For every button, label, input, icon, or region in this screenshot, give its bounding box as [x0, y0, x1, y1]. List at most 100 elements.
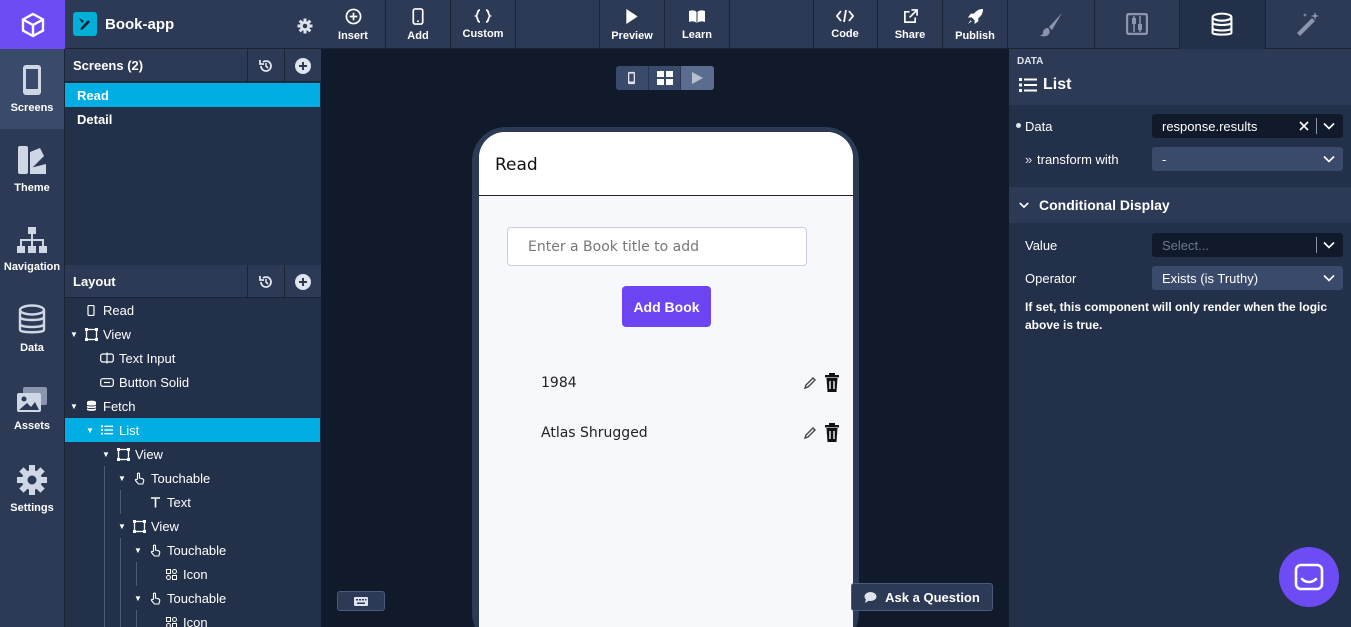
add-book-button[interactable]: Add Book [622, 286, 711, 327]
rail-label: Assets [13, 420, 51, 432]
layout-tree-item[interactable]: Button Solid [65, 370, 320, 394]
chevron-down-icon [1323, 241, 1335, 249]
code-button[interactable]: Code [813, 0, 878, 49]
history-icon [259, 275, 272, 288]
navigation-icon [17, 227, 47, 253]
device-view-toggle [616, 66, 714, 90]
caret-down-icon[interactable]: ▼ [69, 330, 79, 339]
layout-tree-item[interactable]: Icon [65, 562, 320, 586]
rail-label: Theme [14, 182, 50, 194]
layout-history-button[interactable] [247, 265, 284, 298]
screen-item-read[interactable]: Read [65, 83, 320, 107]
trash-icon[interactable] [823, 423, 841, 443]
images-icon [17, 387, 47, 412]
mobile-view-button[interactable] [616, 66, 649, 90]
touch-icon [147, 592, 163, 605]
publish-label: Publish [955, 29, 995, 42]
conditional-title: Conditional Display [1039, 197, 1170, 213]
database-icon [83, 400, 99, 412]
layout-tree-item[interactable]: Text [65, 490, 320, 514]
operator-select[interactable]: Exists (is Truthy) [1152, 266, 1343, 290]
app-settings-gear-icon[interactable] [297, 18, 313, 39]
row-actions [803, 421, 841, 445]
ask-question-button[interactable]: Ask a Question [851, 583, 993, 611]
layout-tree-label: Icon [183, 614, 208, 627]
value-select[interactable]: Select... [1152, 233, 1343, 257]
keyboard-shortcuts-button[interactable] [337, 591, 385, 611]
layout-tree-label: View [135, 446, 163, 462]
rail-item-settings[interactable]: Settings [0, 449, 64, 529]
caret-down-icon[interactable]: ▼ [69, 402, 79, 411]
left-panel: Book-app Screens (2) Read Detail Layout … [65, 0, 321, 627]
caret-down-icon[interactable]: ▼ [85, 426, 95, 435]
play-view-button[interactable] [681, 66, 714, 90]
trash-icon[interactable] [823, 373, 841, 393]
list-item[interactable]: 1984 [541, 371, 841, 395]
section-label: DATA [1017, 56, 1044, 67]
screen-item-detail[interactable]: Detail [65, 107, 320, 131]
tab-interactions[interactable] [1265, 0, 1351, 49]
list-item[interactable]: Atlas Shrugged [541, 421, 841, 445]
caret-down-icon[interactable]: ▼ [133, 594, 143, 603]
layout-tree-item[interactable]: ▼ Touchable [65, 586, 320, 610]
layout-tree-item[interactable]: Icon [65, 610, 320, 627]
grid-icon [656, 71, 673, 85]
add-component-button[interactable] [284, 265, 321, 298]
layout-tree-label: View [151, 518, 179, 534]
canvas: Read Enter a Book title to add Add Book … [321, 49, 1009, 627]
caret-down-icon[interactable]: ▼ [101, 450, 111, 459]
clear-icon[interactable] [1299, 121, 1309, 131]
draftbit-logo[interactable] [0, 0, 65, 49]
layout-tree-label: Button Solid [119, 374, 190, 390]
layout-tree-item[interactable]: ▼ View [65, 442, 320, 466]
caret-down-icon[interactable]: ▼ [117, 474, 127, 483]
bullet-icon [1016, 123, 1021, 128]
layout-tree-item[interactable]: Text Input [65, 346, 320, 370]
add-screen-button[interactable] [284, 49, 321, 82]
layout-tree-label: Read [103, 302, 135, 318]
tab-config[interactable] [1094, 0, 1180, 49]
rail-item-screens[interactable]: Screens [0, 49, 64, 129]
rail-item-theme[interactable]: Theme [0, 129, 64, 209]
layout-tree-label: Text Input [119, 350, 176, 366]
screens-history-button[interactable] [247, 49, 284, 82]
data-source-select[interactable]: response.results [1152, 114, 1343, 138]
layout-tree-item[interactable]: ▼ Touchable [65, 538, 320, 562]
transform-select[interactable]: - [1152, 147, 1343, 171]
phone-icon [83, 304, 99, 316]
phone-frame: Read Enter a Book title to add Add Book … [472, 127, 859, 627]
insert-button[interactable]: Insert [321, 0, 386, 49]
pencil-icon[interactable] [803, 376, 817, 390]
custom-button[interactable]: Custom [451, 0, 516, 49]
book-title-input[interactable]: Enter a Book title to add [507, 227, 807, 266]
caret-down-icon[interactable]: ▼ [133, 546, 143, 555]
add-button[interactable]: Add [386, 0, 451, 49]
publish-button[interactable]: Publish [943, 0, 1008, 49]
share-button[interactable]: Share [878, 0, 943, 49]
chat-icon [1294, 563, 1324, 591]
caret-down-icon[interactable]: ▼ [117, 522, 127, 531]
learn-button[interactable]: Learn [665, 0, 730, 49]
rail-item-assets[interactable]: Assets [0, 369, 64, 449]
cube-icon [21, 12, 44, 37]
layout-tree-item[interactable]: ▼ View [65, 322, 320, 346]
support-chat-button[interactable] [1279, 547, 1339, 607]
layout-section-header: Layout [65, 265, 321, 298]
rail-item-navigation[interactable]: Navigation [0, 209, 64, 289]
layout-tree-item[interactable]: ▼ View [65, 514, 320, 538]
grid-view-button[interactable] [649, 66, 682, 90]
layout-tree-item[interactable]: Read [65, 298, 320, 322]
layout-tree-item[interactable]: ▼ List [65, 418, 320, 442]
layout-tree-label: Touchable [167, 590, 227, 606]
share-label: Share [894, 28, 926, 41]
layout-tree-item[interactable]: ▼ Fetch [65, 394, 320, 418]
tab-data[interactable] [1180, 0, 1266, 49]
layout-tree-item[interactable]: ▼ Touchable [65, 466, 320, 490]
rail-item-data[interactable]: Data [0, 289, 64, 369]
pencil-icon[interactable] [803, 426, 817, 440]
preview-button[interactable]: Preview [600, 0, 665, 49]
button-icon [99, 377, 115, 387]
properties-tabs [1009, 0, 1351, 49]
tab-style[interactable] [1009, 0, 1095, 49]
conditional-display-header[interactable]: Conditional Display [1009, 187, 1351, 223]
